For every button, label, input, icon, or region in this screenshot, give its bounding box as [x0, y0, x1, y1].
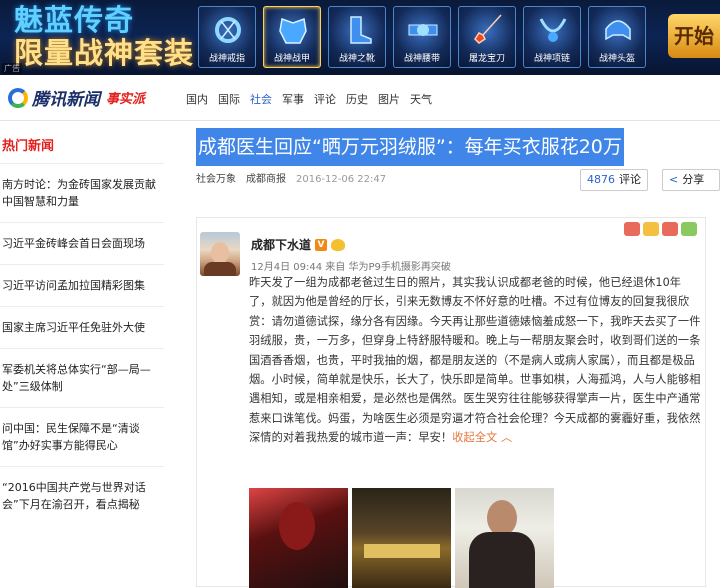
nav-military[interactable]: 军事: [282, 91, 304, 107]
weibo-post-card: 成都下水道 V 12月4日 09:44 来自 华为P9手机摄影再突破 昨天发了一…: [196, 217, 706, 588]
hot-news-item[interactable]: “2016中国共产党与世界对话会”下月在渝召开，看点揭秘: [0, 466, 164, 525]
article-time: 2016-12-06 22:47: [296, 174, 387, 185]
ad-item-label: 战神腰带: [403, 54, 440, 64]
avatar-face: [211, 242, 229, 264]
ad-item-boots[interactable]: 战神之靴: [328, 6, 386, 68]
ad-title: 魅蓝传奇 限量战神套装: [14, 4, 194, 70]
avatar[interactable]: [200, 232, 240, 276]
person-head-shape: [487, 500, 517, 536]
comment-count: 4876: [587, 173, 615, 186]
hot-news-item[interactable]: 南方时论：为金砖国家发展贡献中国智慧和力量: [0, 163, 164, 222]
ad-banner[interactable]: 魅蓝传奇 限量战神套装 战神戒指 战神战甲 战神之靴 战神腰带 屠龙宝刀 战神项…: [0, 0, 720, 75]
article-source-category[interactable]: 社会万象: [196, 173, 236, 187]
jacket-shape: [279, 502, 315, 550]
collapse-text-link[interactable]: 收起全文 ︿: [452, 431, 512, 444]
hot-news-item[interactable]: 习近平访问孟加拉国精彩图集: [0, 264, 164, 306]
post-username[interactable]: 成都下水道: [251, 236, 311, 253]
article-source[interactable]: 成都商报: [246, 173, 286, 187]
hot-news-heading: 热门新闻: [2, 139, 55, 154]
post-text: 昨天发了一组为成都老爸过生日的照片，其实我认识成都老爸的时候，他已经退休10年了…: [249, 276, 701, 445]
hot-news-sidebar: 热门新闻 南方时论：为金砖国家发展贡献中国智慧和力量 习近平金砖峰会首日会面现场…: [0, 121, 164, 578]
verified-icon: V: [315, 238, 328, 251]
nav-photos[interactable]: 图片: [378, 91, 400, 107]
ad-item-armor[interactable]: 战神战甲: [263, 6, 321, 68]
nav-history[interactable]: 历史: [346, 91, 368, 107]
person-body-shape: [469, 532, 535, 588]
post-photo-person[interactable]: [455, 488, 554, 588]
hot-news-item[interactable]: 国家主席习近平任免驻外大使: [0, 306, 164, 348]
hot-news-item[interactable]: 问中国：民生保障不是“清谈馆”办好实事方能得民心: [0, 407, 164, 466]
comment-label: 评论: [619, 173, 641, 186]
armor-icon: [279, 17, 307, 44]
ad-item-label: 战神头盔: [598, 54, 635, 64]
hot-news-item[interactable]: 军委机关将总体实行“部—局—处”三级体制: [0, 348, 164, 407]
post-author: 成都下水道 V: [251, 236, 346, 253]
hot-news-item[interactable]: 习近平金砖峰会首日会面现场: [0, 222, 164, 264]
ad-item-label: 战神战甲: [273, 54, 310, 64]
logo-text: 腾讯新闻: [32, 90, 100, 110]
ad-item-label: 战神项链: [533, 54, 570, 64]
article-title: 成都医生回应“晒万元羽绒服”：每年买衣服花20万: [196, 128, 624, 166]
site-logo[interactable]: 腾讯新闻 事实派: [8, 85, 145, 110]
gift-icon: [624, 222, 640, 236]
nav-international[interactable]: 国际: [218, 91, 240, 107]
ad-start-button[interactable]: 开始: [668, 14, 720, 58]
cake-icon: [643, 222, 659, 236]
ad-tag: 广告: [2, 63, 22, 74]
ad-item-sword[interactable]: 屠龙宝刀: [458, 6, 516, 68]
article-meta: 社会万象 成都商报 2016-12-06 22:47: [196, 173, 386, 187]
share-button[interactable]: < 分享: [662, 169, 720, 191]
nav-commentary[interactable]: 评论: [314, 91, 336, 107]
ad-item-helmet[interactable]: 战神头盔: [588, 6, 646, 68]
post-meta: 12月4日 09:44 来自 华为P9手机摄影再突破: [251, 262, 451, 273]
avatar-body: [204, 262, 236, 276]
ad-item-label: 屠龙宝刀: [468, 54, 505, 64]
ad-title-line1: 魅蓝传奇: [14, 3, 135, 37]
channel-nav: 国内 国际 社会 军事 评论 历史 图片 天气: [186, 91, 432, 107]
nav-weather[interactable]: 天气: [410, 91, 432, 107]
tencent-logo-icon: [8, 87, 28, 108]
ad-item-belt[interactable]: 战神腰带: [393, 6, 451, 68]
ad-item-label: 战神戒指: [208, 54, 245, 64]
sword-icon: [474, 14, 502, 44]
logo-sub: 事实派: [106, 92, 146, 107]
card-decoration: [624, 222, 697, 236]
gift-icon: [662, 222, 678, 236]
post-photo-jacket[interactable]: [249, 488, 348, 588]
post-body: 昨天发了一组为成都老爸过生日的照片，其实我认识成都老爸的时候，他已经退休10年了…: [249, 273, 701, 448]
helmet-icon: [605, 20, 631, 41]
site-header: 腾讯新闻 事实派 国内 国际 社会 军事 评论 历史 图片 天气: [0, 75, 720, 121]
share-icon: <: [669, 173, 679, 186]
comment-button[interactable]: 4876 评论: [580, 169, 648, 191]
hot-news-list: 南方时论：为金砖国家发展贡献中国智慧和力量 习近平金砖峰会首日会面现场 习近平访…: [0, 163, 164, 525]
ad-items: 战神戒指 战神战甲 战神之靴 战神腰带 屠龙宝刀 战神项链 战神头盔: [198, 6, 646, 68]
belt-icon: [408, 24, 438, 36]
post-photo-cigarettes[interactable]: [352, 488, 451, 588]
ad-title-line2: 限量战神套装: [14, 36, 195, 70]
leaf-icon: [681, 222, 697, 236]
ad-item-necklace[interactable]: 战神项链: [523, 6, 581, 68]
medal-icon: [331, 238, 346, 251]
share-label: 分享: [682, 173, 705, 186]
cigarette-pack-shape: [364, 544, 440, 558]
post-photos: [249, 488, 554, 588]
boots-icon: [350, 16, 372, 44]
ring-icon: [215, 17, 241, 43]
nav-domestic[interactable]: 国内: [186, 91, 208, 107]
nav-society[interactable]: 社会: [250, 91, 272, 107]
necklace-icon: [539, 18, 567, 42]
ad-item-ring[interactable]: 战神戒指: [198, 6, 256, 68]
ad-item-label: 战神之靴: [338, 54, 375, 64]
